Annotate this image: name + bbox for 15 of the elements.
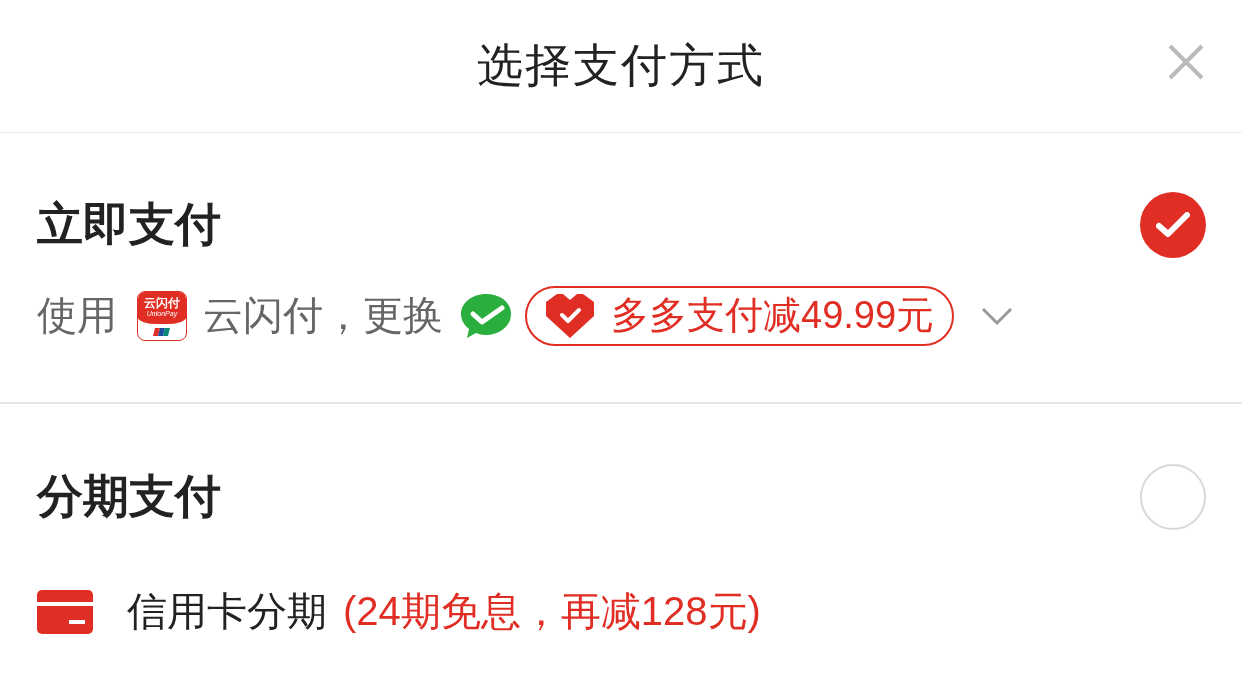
- installment-label: 信用卡分期: [127, 588, 327, 635]
- option-title: 立即支付: [37, 196, 221, 252]
- close-icon[interactable]: [1168, 44, 1204, 80]
- chevron-down-icon[interactable]: [980, 305, 1015, 326]
- installment-offer: (24期免息，再减128元): [343, 588, 761, 635]
- checkmark-icon: [1156, 211, 1190, 238]
- use-label: 使用: [37, 292, 117, 339]
- credit-card-icon: [37, 589, 93, 634]
- payment-method-label: 云闪付，更换: [203, 292, 443, 339]
- heart-icon: [543, 291, 597, 340]
- dialog-title: 选择支付方式: [477, 38, 765, 93]
- option-title: 分期支付: [37, 469, 221, 524]
- promo-badge[interactable]: 多多支付减49.99元: [525, 285, 955, 346]
- chat-bubble-icon: [459, 291, 513, 340]
- radio-button[interactable]: [1140, 464, 1206, 530]
